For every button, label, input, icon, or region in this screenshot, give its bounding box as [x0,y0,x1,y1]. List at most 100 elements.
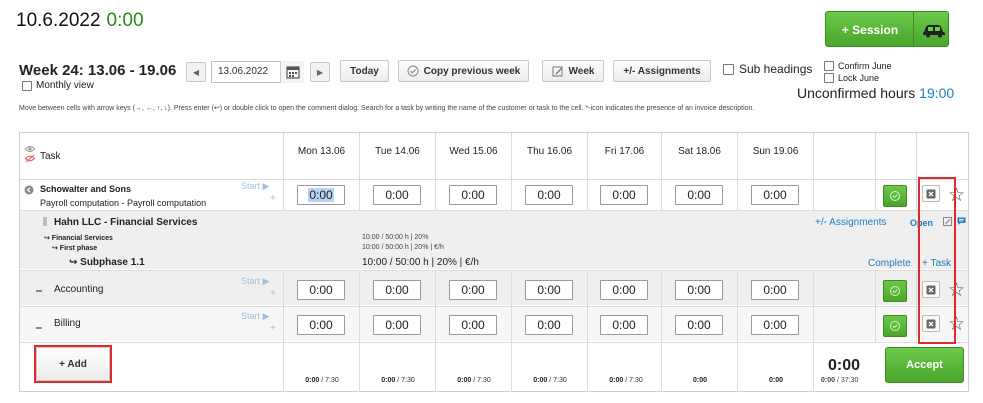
confirm-june-toggle[interactable]: Confirm June [824,60,892,72]
lock-june-label: Lock June [838,73,880,83]
divider [661,133,662,210]
car-icon[interactable] [922,22,946,41]
time-cell[interactable]: 0:00 [297,315,345,335]
divider [283,133,284,210]
day-total: 0:00 [692,377,707,384]
time-cell[interactable]: 0:00 [525,315,573,335]
divider [359,270,360,392]
approve-button[interactable] [883,315,907,337]
divider [813,133,814,210]
time-cell[interactable]: 0:00 [751,185,799,205]
service-budget: 10:00 / 50:00 h | 20% [362,234,429,241]
unconfirmed-hours: Unconfirmed hours 19:00 [797,85,954,101]
time-cell[interactable]: 0:00 [600,315,648,335]
assignments-button[interactable]: +/- Assignments [613,60,711,82]
time-cell[interactable]: 0:00 [449,315,497,335]
divider [20,210,968,211]
triangle-left-icon: ◀ [192,67,200,77]
current-date: 10.6.2022 0:00 [16,10,144,32]
day-header: Fri 17.06 [604,146,645,157]
check-circle-icon [407,65,419,77]
day-total: 0:00 / 7:30 [457,377,491,384]
day-header: Sat 18.06 [678,146,721,157]
day-total: 0:00 / 7:30 [533,377,567,384]
today-button[interactable]: Today [340,60,389,82]
time-cell[interactable]: 0:00 [373,280,421,300]
complete-link[interactable]: Complete [868,258,911,269]
check-circle-icon [890,191,900,201]
lock-june-toggle[interactable]: Lock June [824,72,892,84]
divider [875,133,876,210]
time-cell[interactable]: 0:00 [675,315,723,335]
divider [916,270,917,342]
start-timer-link[interactable]: Start ▶ [241,181,269,192]
day-header: Thu 16.06 [526,146,573,157]
calendar-button[interactable] [280,61,304,83]
time-cell[interactable]: 0:00 [449,185,497,205]
add-entry-link[interactable]: + [270,288,276,299]
time-cell[interactable]: 0:00 [675,280,723,300]
session-button[interactable]: + Session [825,11,949,47]
day-header: Wed 15.06 [449,146,498,157]
start-timer-link[interactable]: Start ▶ [241,276,269,287]
time-cell[interactable]: 0:00 [751,315,799,335]
time-cell[interactable]: 0:00 [525,185,573,205]
divider [875,270,876,342]
checkbox-icon[interactable] [22,80,32,91]
time-cell[interactable]: 0:00 [675,185,723,205]
eye-icon[interactable] [25,144,35,154]
divider [435,270,436,392]
service-label: ↪ Financial Services [44,235,113,242]
check-circle-icon [890,321,900,331]
group-title: Hahn LLC - Financial Services [54,217,198,228]
subphase-label: ↪ Subphase 1.1 [69,257,145,268]
prev-week-button[interactable]: ◀ [186,62,206,82]
next-week-button[interactable]: ▶ [310,62,330,82]
collapse-icon[interactable] [24,185,34,195]
time-cell[interactable]: 0:00 [297,280,345,300]
time-cell[interactable]: 0:00 [751,280,799,300]
running-clock: 0:00 [106,10,144,31]
week-button[interactable]: Week [542,60,604,82]
group-handle-icon [43,217,47,226]
add-entry-link[interactable]: + [270,323,276,334]
unconfirmed-label: Unconfirmed hours [797,85,916,101]
week-title: Week 24: 13.06 - 19.06 [19,62,177,79]
row-title: Billing [54,318,81,329]
task-column-header: Task [40,151,61,162]
divider [20,306,968,307]
divider [511,270,512,392]
time-cell[interactable]: 0:00 [600,280,648,300]
assignments-link[interactable]: +/- Assignments [815,217,886,228]
time-cell[interactable]: 0:00 [373,185,421,205]
monthly-view-toggle[interactable]: Monthly view [22,80,94,91]
time-cell[interactable]: 0:00 [449,280,497,300]
triangle-right-icon: ▶ [316,67,324,77]
help-text: Move between cells with arrow keys (→, ←… [19,105,755,112]
today-label: Today [350,65,379,77]
phase-label: ↪ First phase [52,245,98,252]
time-cell[interactable]: 0:00 [600,185,648,205]
checkbox-icon[interactable] [824,61,834,71]
checkbox-icon[interactable] [824,73,834,83]
sub-headings-toggle[interactable]: Sub headings [723,62,812,76]
start-timer-link[interactable]: Start ▶ [241,311,269,322]
highlight-box-add [34,345,112,383]
day-total: 0:00 / 7:30 [381,377,415,384]
divider [916,133,917,210]
comment-icon[interactable] [957,217,966,226]
row-title: Accounting [54,284,104,295]
checkbox-icon[interactable] [723,63,734,75]
time-cell[interactable]: 0:00 [297,185,345,205]
copy-previous-week-button[interactable]: Copy previous week [398,60,529,82]
eye-hidden-icon[interactable] [25,154,35,163]
add-entry-link[interactable]: + [270,193,276,204]
day-header: Sun 19.06 [752,146,799,157]
time-cell[interactable]: 0:00 [373,315,421,335]
accept-button[interactable]: Accept [885,347,964,383]
divider [511,133,512,210]
approve-button[interactable] [883,280,907,302]
approve-button[interactable] [883,185,907,207]
time-cell[interactable]: 0:00 [525,280,573,300]
day-header: Mon 13.06 [297,146,346,157]
